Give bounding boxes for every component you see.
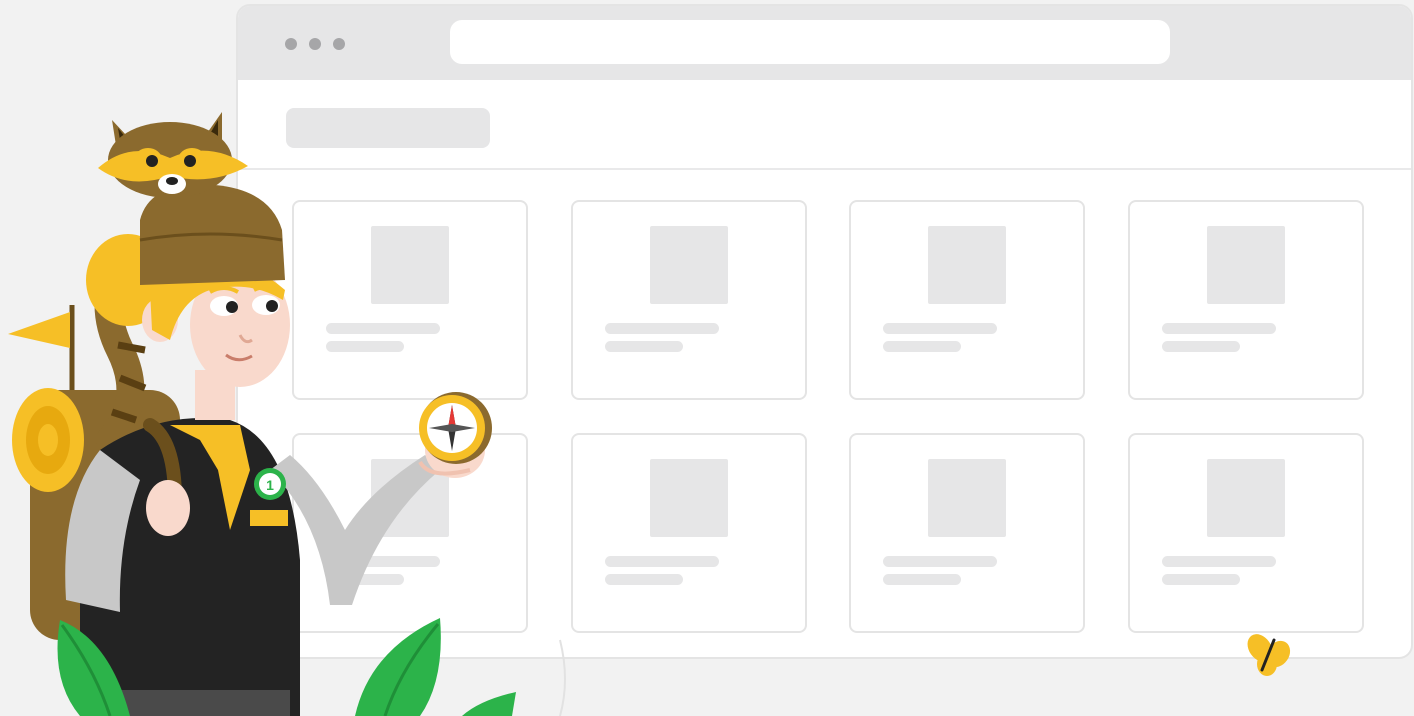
card-title-placeholder <box>605 556 719 567</box>
card-title-placeholder <box>1162 556 1276 567</box>
browser-titlebar <box>238 6 1411 80</box>
card-title-placeholder <box>1162 323 1276 334</box>
content-card[interactable] <box>571 200 807 400</box>
card-thumbnail-placeholder <box>928 459 1006 537</box>
card-subtitle-placeholder <box>1162 574 1240 585</box>
content-card[interactable] <box>292 200 528 400</box>
card-thumbnail-placeholder <box>1207 459 1285 537</box>
card-subtitle-placeholder <box>1162 341 1240 352</box>
flag-icon <box>8 305 75 400</box>
card-thumbnail-placeholder <box>371 226 449 304</box>
card-subtitle-placeholder <box>605 574 683 585</box>
card-thumbnail-placeholder <box>1207 226 1285 304</box>
card-title-placeholder <box>883 323 997 334</box>
card-thumbnail-placeholder <box>650 459 728 537</box>
content-card[interactable] <box>571 433 807 633</box>
page-title-placeholder <box>286 108 490 148</box>
card-title-placeholder <box>326 556 440 567</box>
card-subtitle-placeholder <box>883 574 961 585</box>
card-thumbnail-placeholder <box>371 459 449 537</box>
address-bar[interactable] <box>450 20 1170 64</box>
content-card[interactable] <box>849 433 1085 633</box>
card-title-placeholder <box>883 556 997 567</box>
content-card[interactable] <box>1128 200 1364 400</box>
leaf-icon <box>57 620 130 716</box>
header-divider <box>238 168 1411 170</box>
card-thumbnail-placeholder <box>928 226 1006 304</box>
card-subtitle-placeholder <box>883 341 961 352</box>
window-dot-icon <box>309 38 321 50</box>
backpack <box>12 388 180 640</box>
leaf-icon <box>462 692 516 716</box>
card-subtitle-placeholder <box>326 574 404 585</box>
window-dot-icon <box>333 38 345 50</box>
card-title-placeholder <box>605 323 719 334</box>
raccoon-icon <box>98 112 248 198</box>
card-subtitle-placeholder <box>326 341 404 352</box>
card-subtitle-placeholder <box>605 341 683 352</box>
browser-window <box>236 4 1413 659</box>
window-dot-icon <box>285 38 297 50</box>
content-card[interactable] <box>292 433 528 633</box>
content-card[interactable] <box>1128 433 1364 633</box>
content-card[interactable] <box>849 200 1085 400</box>
card-title-placeholder <box>326 323 440 334</box>
card-thumbnail-placeholder <box>650 226 728 304</box>
